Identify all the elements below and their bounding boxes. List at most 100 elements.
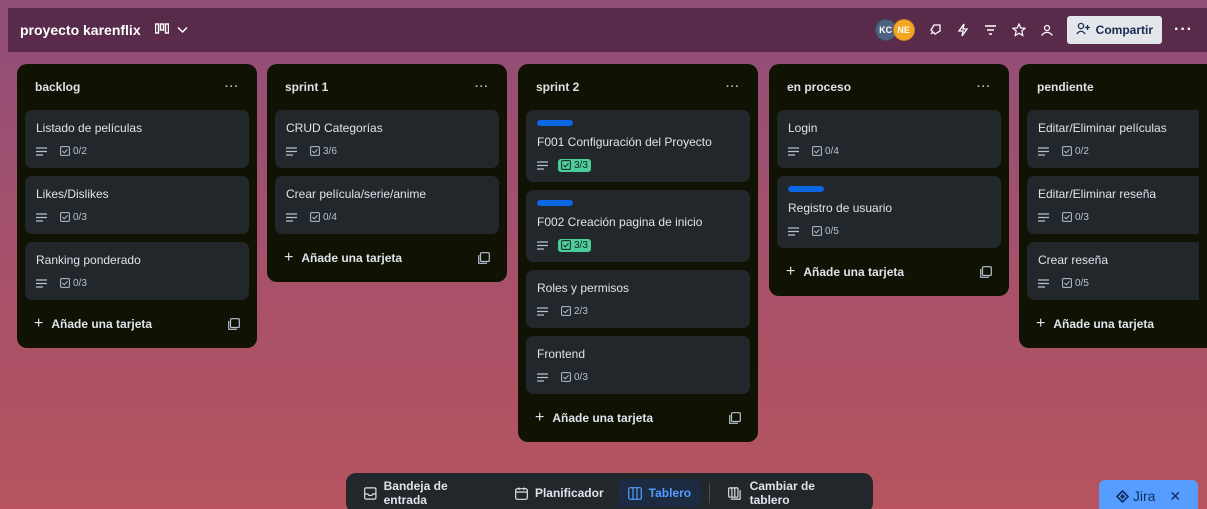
card[interactable]: Ranking ponderado 0/3: [25, 242, 249, 300]
description-icon: [286, 212, 297, 222]
description-icon: [537, 306, 548, 316]
add-card-button[interactable]: + Añade una tarjeta: [25, 308, 249, 340]
list-menu-icon[interactable]: ···: [977, 81, 991, 93]
card[interactable]: Frontend 0/3: [526, 336, 750, 394]
card[interactable]: Likes/Dislikes 0/3: [25, 176, 249, 234]
description-icon: [36, 278, 47, 288]
board-title[interactable]: proyecto karenflix: [20, 22, 141, 38]
card[interactable]: Crear película/serie/anime 0/4: [275, 176, 499, 234]
list-sprint-1: sprint 1 ··· CRUD Categorías 3/6 Crear p…: [267, 64, 507, 282]
list-sprint-2: sprint 2 ··· F001 Configuración del Proy…: [518, 64, 758, 442]
list-title[interactable]: sprint 2: [536, 80, 579, 94]
card-title: Login: [788, 121, 818, 135]
checkbox-icon: [561, 306, 571, 316]
nav-inbox[interactable]: Bandeja de entrada: [354, 479, 501, 507]
avatar[interactable]: NE: [892, 19, 915, 41]
card[interactable]: Roles y permisos 2/3: [526, 270, 750, 328]
card-title: Editar/Eliminar reseña: [1038, 187, 1157, 201]
list-menu-icon[interactable]: ···: [475, 81, 489, 93]
add-card-label: Añade una tarjeta: [1053, 317, 1155, 331]
checklist-badge: 3/6: [307, 145, 340, 158]
checkbox-icon: [1062, 212, 1072, 222]
card-title: Registro de usuario: [788, 201, 893, 215]
checkbox-icon: [60, 212, 70, 222]
add-card-label: Añade una tarjeta: [552, 411, 654, 425]
plus-icon: +: [284, 249, 294, 266]
description-icon: [1038, 212, 1049, 222]
card-title: Ranking ponderado: [36, 253, 141, 267]
card-title: F002 Creación pagina de inicio: [537, 215, 703, 229]
card[interactable]: Editar/Eliminar películas 0/2: [1027, 110, 1199, 168]
star-icon[interactable]: [1011, 23, 1027, 37]
nav-divider: [709, 483, 711, 503]
checklist-badge: 0/4: [307, 211, 340, 224]
nav-planner[interactable]: Planificador: [505, 479, 614, 507]
card-title: Roles y permisos: [537, 281, 630, 295]
card-title: F001 Configuración del Proyecto: [537, 135, 712, 149]
card-label[interactable]: [537, 120, 573, 126]
card[interactable]: Listado de películas 0/2: [25, 110, 249, 168]
card[interactable]: CRUD Categorías 3/6: [275, 110, 499, 168]
calendar-icon: [515, 487, 528, 500]
visibility-icon[interactable]: [1039, 23, 1055, 37]
card-title: Crear reseña: [1038, 253, 1109, 267]
template-icon[interactable]: [228, 318, 240, 330]
card[interactable]: F001 Configuración del Proyecto 3/3: [526, 110, 750, 182]
chevron-down-icon[interactable]: [177, 21, 188, 39]
checklist-badge: 0/3: [57, 277, 90, 290]
checkbox-icon: [812, 146, 822, 156]
checkbox-icon: [561, 160, 571, 170]
list-title[interactable]: en proceso: [787, 80, 851, 94]
nav-switch-board[interactable]: Cambiar de tablero: [718, 479, 865, 507]
jira-label: Jira: [1132, 488, 1156, 504]
checklist-badge: 2/3: [558, 305, 591, 318]
card[interactable]: F002 Creación pagina de inicio 3/3: [526, 190, 750, 262]
checkbox-icon: [310, 146, 320, 156]
card[interactable]: Crear reseña 0/5: [1027, 242, 1199, 300]
filter-icon[interactable]: [983, 24, 999, 36]
description-icon: [1038, 146, 1049, 156]
automation-icon[interactable]: [955, 23, 971, 37]
nav-inbox-label: Bandeja de entrada: [383, 479, 448, 507]
checklist-badge: 0/2: [1059, 145, 1092, 158]
nav-switch-label: Cambiar de tablero: [749, 479, 815, 507]
add-card-button[interactable]: + Añade una tarjeta: [777, 256, 1001, 288]
share-button[interactable]: Compartir: [1066, 16, 1163, 44]
list-title[interactable]: backlog: [35, 80, 80, 94]
plus-icon: +: [535, 409, 545, 426]
close-icon[interactable]: ✕: [1169, 488, 1181, 505]
checkbox-icon: [561, 372, 571, 382]
checklist-badge-complete: 3/3: [558, 238, 591, 252]
inbox-icon: [364, 486, 377, 500]
checklist-badge: 0/5: [1059, 277, 1092, 290]
bottom-nav: Bandeja de entrada Planificador Tablero …: [346, 473, 873, 509]
card-title: Crear película/serie/anime: [286, 187, 427, 201]
card-label[interactable]: [537, 200, 573, 206]
list-menu-icon[interactable]: ···: [726, 81, 740, 93]
jira-widget[interactable]: Jira ✕: [1099, 480, 1198, 509]
list-title[interactable]: pendiente: [1037, 80, 1094, 94]
template-icon[interactable]: [980, 266, 992, 278]
list-title[interactable]: sprint 1: [285, 80, 328, 94]
add-card-button[interactable]: + Añade una tarjeta: [275, 242, 499, 274]
more-menu-icon[interactable]: ···: [1174, 21, 1193, 39]
add-card-button[interactable]: + Añade una tarjeta: [1027, 308, 1199, 340]
add-card-button[interactable]: + Añade una tarjeta: [526, 402, 750, 434]
description-icon: [36, 212, 47, 222]
card[interactable]: Editar/Eliminar reseña 0/3: [1027, 176, 1199, 234]
board-views-icon[interactable]: [154, 22, 169, 38]
nav-board-label: Tablero: [648, 486, 692, 500]
template-icon[interactable]: [729, 412, 741, 424]
list-pendiente: pendiente Editar/Eliminar películas 0/2 …: [1019, 64, 1207, 348]
checkbox-icon: [812, 226, 822, 236]
card-label[interactable]: [788, 186, 824, 192]
list-menu-icon[interactable]: ···: [225, 81, 239, 93]
power-ups-icon[interactable]: [927, 23, 943, 37]
nav-board[interactable]: Tablero: [617, 479, 702, 507]
card-title: CRUD Categorías: [286, 121, 383, 135]
card[interactable]: Login 0/4: [777, 110, 1001, 168]
card[interactable]: Registro de usuario 0/5: [777, 176, 1001, 248]
member-avatars[interactable]: KC NE: [874, 19, 915, 41]
template-icon[interactable]: [478, 252, 490, 264]
description-icon: [537, 372, 548, 382]
